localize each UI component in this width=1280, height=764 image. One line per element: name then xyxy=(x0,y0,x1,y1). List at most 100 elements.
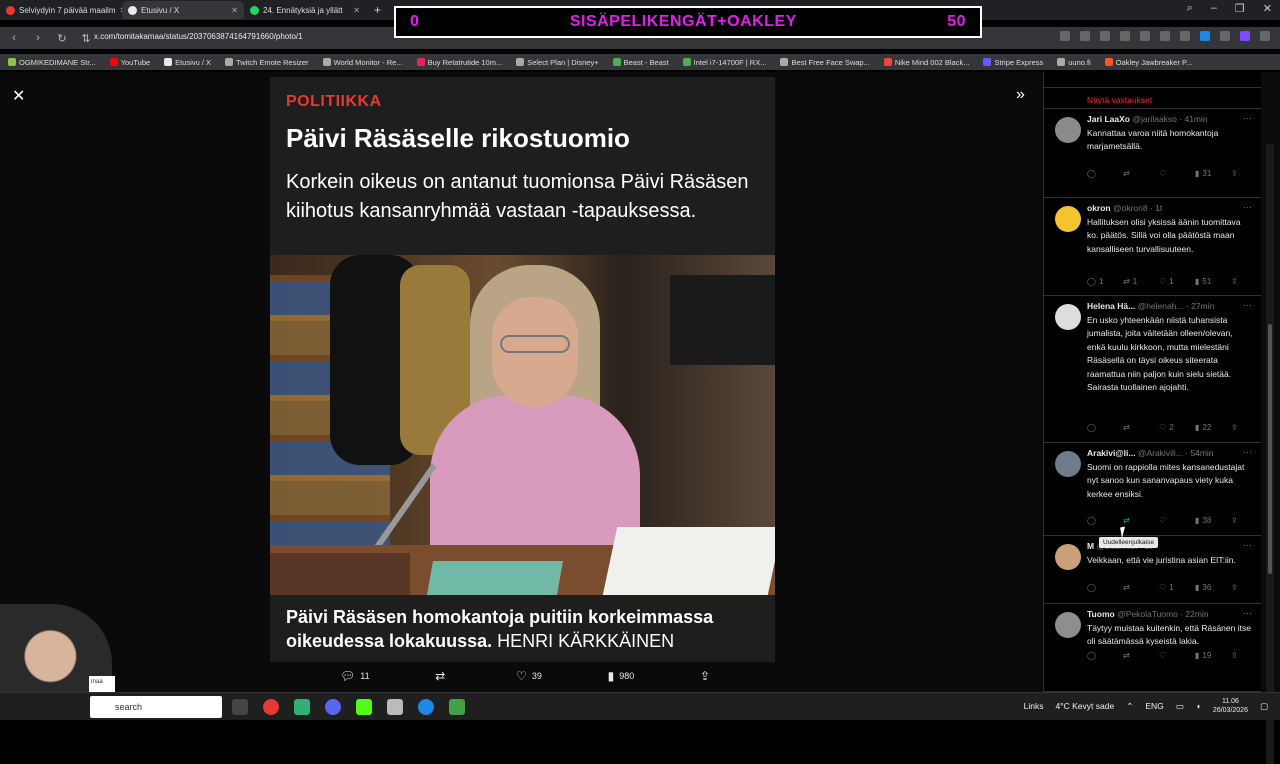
bookmark-item[interactable]: Twitch Emote Resizer xyxy=(225,58,309,67)
reply-button[interactable]: ◯ 1 xyxy=(1087,277,1111,286)
reply-author-handle[interactable]: @jarilaakso · 41min xyxy=(1132,114,1207,124)
avatar[interactable] xyxy=(1055,544,1081,570)
extension-icon[interactable] xyxy=(1100,31,1110,41)
collapse-panel-icon[interactable]: » xyxy=(1016,86,1025,104)
share-button[interactable]: ⇪ xyxy=(1231,651,1255,660)
kick-icon[interactable] xyxy=(356,699,372,715)
browser-tab-1[interactable]: Selviydyin 7 päivää maailm ✕ xyxy=(0,1,122,19)
like-button[interactable]: ♡ xyxy=(1159,651,1183,660)
like-button[interactable]: ♡ xyxy=(1159,169,1183,178)
new-tab-button[interactable]: + xyxy=(366,3,389,17)
site-info-icon[interactable]: ⇅ xyxy=(80,32,92,45)
more-options-icon[interactable]: ··· xyxy=(1243,300,1252,310)
weather-widget[interactable]: 4°C Kevyt sade xyxy=(1056,701,1115,711)
discord-icon[interactable] xyxy=(325,699,341,715)
share-button[interactable]: ⇪ xyxy=(1231,277,1255,286)
bookmark-item[interactable]: World Monitor - Re... xyxy=(322,58,403,67)
like-button[interactable]: ♡ 1 xyxy=(1159,277,1183,286)
more-options-icon[interactable]: ··· xyxy=(1243,113,1252,123)
views-button[interactable]: ▮ 22 xyxy=(1195,423,1219,432)
reply-item[interactable]: Arakivi@li... @Arakivili... · 54min ··· Su… xyxy=(1044,443,1261,536)
reply-author-name[interactable]: M xyxy=(1087,541,1094,551)
reply-author-name[interactable]: Arakivi@li... xyxy=(1087,448,1135,458)
share-button[interactable]: ⇪ xyxy=(1231,423,1255,432)
extension-icon[interactable] xyxy=(1220,31,1230,41)
views-button[interactable]: ▮ 51 xyxy=(1195,277,1219,286)
avatar[interactable] xyxy=(1055,206,1081,232)
extension-icon[interactable] xyxy=(1180,31,1190,41)
bookmark-item[interactable]: Stripe Express xyxy=(983,58,1043,67)
retweet-button[interactable]: ⇄ xyxy=(1123,169,1147,178)
minimize-icon[interactable]: – xyxy=(1211,2,1217,15)
more-options-icon[interactable]: ··· xyxy=(1243,540,1252,550)
retweet-button[interactable]: ⇄ xyxy=(1123,423,1147,432)
show-replies-link[interactable]: Näytä vastaukset xyxy=(1087,95,1152,105)
reply-button[interactable]: 💬︎ 11 xyxy=(340,669,370,683)
reply-author-name[interactable]: Helena Hä... xyxy=(1087,301,1135,311)
bookmark-item[interactable]: Intel i7-14700F | RX... xyxy=(682,58,766,67)
reply-author-name[interactable]: Tuomo xyxy=(1087,609,1115,619)
retweet-button[interactable]: ⇄ 1 xyxy=(1123,277,1147,286)
avatar[interactable] xyxy=(1055,451,1081,477)
share-button[interactable]: ⇪ xyxy=(1231,516,1255,525)
bookmark-item[interactable]: Buy Retatrutide 10m... xyxy=(416,58,502,67)
url-field[interactable]: x.com/tomitakamaa/status/203706387416479… xyxy=(94,32,303,41)
retweet-button[interactable]: ⇄ xyxy=(1123,516,1147,525)
close-icon[interactable]: ✕ xyxy=(12,86,25,106)
network-icon[interactable]: ▭ xyxy=(1176,701,1184,712)
browser-tab-3[interactable]: 24. Ennätyksiä ja yllätt ✕ xyxy=(244,1,366,19)
tray-chevron-icon[interactable]: ⌃ xyxy=(1126,701,1133,712)
close-tab-icon[interactable]: ✕ xyxy=(231,6,238,15)
language-indicator[interactable]: ENG xyxy=(1145,701,1163,711)
views-button[interactable]: ▮ 31 xyxy=(1195,169,1219,178)
reload-icon[interactable]: ↻ xyxy=(56,32,68,45)
bookmark-item[interactable]: Oakley Jawbreaker P... xyxy=(1104,58,1192,67)
bookmark-item[interactable]: Etusivu / X xyxy=(164,58,211,67)
app-icon[interactable] xyxy=(387,699,403,715)
menu-icon[interactable] xyxy=(1260,31,1270,41)
like-button[interactable]: ♡ xyxy=(1159,516,1183,525)
views-button[interactable]: ▮ 36 xyxy=(1195,583,1219,592)
views-button[interactable]: ▮ 38 xyxy=(1195,516,1219,525)
extension-icon[interactable] xyxy=(1240,31,1250,41)
reply-author-handle[interactable]: @Arakivili... · 54min xyxy=(1138,448,1214,458)
share-button[interactable]: ⇪ xyxy=(1231,169,1255,178)
edge-icon[interactable] xyxy=(418,699,434,715)
more-options-icon[interactable]: ··· xyxy=(1243,202,1252,212)
bookmark-item[interactable]: Nike Mind 002 Black... xyxy=(883,58,969,67)
scrollbar[interactable] xyxy=(1266,144,1274,764)
bookmark-item[interactable]: Beast - Beast xyxy=(612,58,669,67)
tweet-photo[interactable]: POLITIIKKA Päivi Räsäselle rikostuomio K… xyxy=(270,77,775,662)
bookmark-item[interactable]: Select Plan | Disney+ xyxy=(516,58,599,67)
bookmark-item[interactable]: OGMIKEDIMANE Str... xyxy=(8,58,96,67)
bookmark-item[interactable]: Best Free Face Swap... xyxy=(780,58,870,67)
extension-icon[interactable] xyxy=(1200,31,1210,41)
extension-icon[interactable] xyxy=(1160,31,1170,41)
reply-author-handle[interactable]: @PekolaTuomo · 22min xyxy=(1117,609,1208,619)
taskbar-search-input[interactable]: search xyxy=(90,696,222,718)
search-icon[interactable]: ⌕ xyxy=(1187,2,1193,15)
app-icon[interactable] xyxy=(294,699,310,715)
reply-author-name[interactable]: Jari LaaXo xyxy=(1087,114,1130,124)
reply-button[interactable]: ◯ xyxy=(1087,169,1111,178)
bookmark-item[interactable]: YouTube xyxy=(109,58,150,67)
app-icon[interactable] xyxy=(449,699,465,715)
reply-author-name[interactable]: okron xyxy=(1087,203,1111,213)
avatar[interactable] xyxy=(1055,117,1081,143)
volume-icon[interactable]: ◖ xyxy=(1196,701,1201,711)
reply-author-handle[interactable]: @helenah... · 27min xyxy=(1138,301,1215,311)
links-toolbar[interactable]: Links xyxy=(1024,701,1044,711)
like-button[interactable]: ♡ 39 xyxy=(516,669,542,683)
bookmark-item[interactable]: uuno.fi xyxy=(1057,58,1091,67)
reply-button[interactable]: ◯ xyxy=(1087,423,1111,432)
share-button[interactable]: ⇪ xyxy=(700,669,710,683)
retweet-button[interactable]: ⇄ xyxy=(1123,583,1147,592)
reply-button[interactable]: ◯ xyxy=(1087,516,1111,525)
notifications-icon[interactable]: ▢ xyxy=(1260,701,1268,712)
extension-icon[interactable] xyxy=(1080,31,1090,41)
like-button[interactable]: ♡ 2 xyxy=(1159,423,1183,432)
like-button[interactable]: ♡ 1 xyxy=(1159,583,1183,592)
extension-icon[interactable] xyxy=(1120,31,1130,41)
retweet-button[interactable]: ⇄ xyxy=(1123,651,1147,660)
retweet-button[interactable]: ⇄ xyxy=(435,669,450,683)
